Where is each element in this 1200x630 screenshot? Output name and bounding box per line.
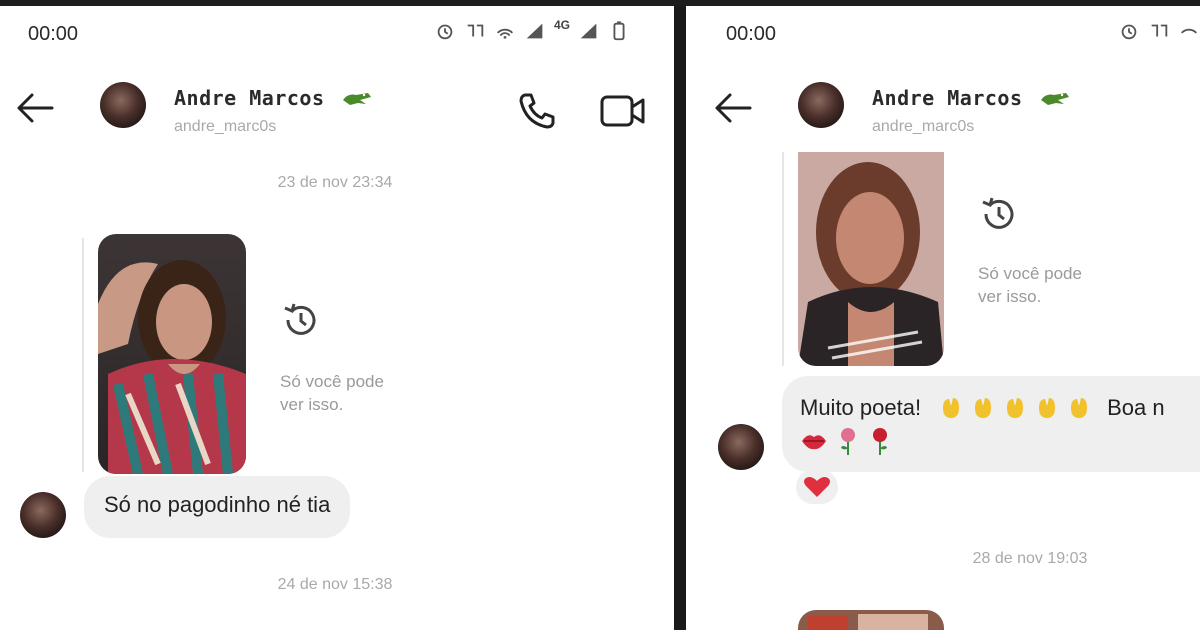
history-icon (982, 197, 1014, 229)
story-caption-line: Só você pode (280, 372, 384, 391)
alarm-icon (437, 24, 453, 40)
story-reply-line (782, 152, 784, 366)
message-timestamp: 23 de nov 23:34 (277, 174, 393, 191)
chat-header: Andre Marcos andre_marc0s (0, 74, 674, 138)
message-text: Só no pagodinho né tia (104, 492, 331, 517)
contact-username: andre_marc0s (872, 118, 975, 135)
contact-name[interactable]: Andre Marcos (872, 86, 1023, 110)
nfc-icon (467, 24, 484, 37)
message-timestamp: 24 de nov 15:38 (277, 576, 393, 593)
story-caption: Só você pode ver isso. (978, 262, 1082, 308)
clapping-hands-icon (1071, 398, 1088, 418)
chat-screen-left: 00:00 4G Andre Marcos andre_marc0s 23 de… (0, 6, 674, 630)
avatar[interactable] (798, 82, 844, 128)
sender-avatar[interactable] (718, 424, 764, 470)
story-photo (798, 610, 944, 630)
message-text: Muito poeta! (800, 395, 922, 420)
avatar[interactable] (100, 82, 146, 128)
signal-icon (526, 23, 543, 39)
status-time: 00:00 (28, 23, 79, 45)
story-photo (798, 152, 944, 366)
status-icons (1118, 20, 1200, 42)
contact-username: andre_marc0s (174, 118, 277, 135)
network-type: 4G (553, 18, 570, 32)
history-icon (284, 303, 316, 335)
nfc-icon (1151, 24, 1168, 37)
back-arrow-icon[interactable] (712, 90, 754, 126)
back-arrow-icon[interactable] (14, 90, 56, 126)
sender-avatar[interactable] (20, 492, 66, 538)
wifi-icon (1181, 28, 1197, 34)
wifi-icon (496, 28, 513, 39)
rose-icon (841, 428, 855, 455)
story-caption-line: Só você pode (978, 264, 1082, 283)
reaction-badge[interactable] (796, 470, 838, 504)
chat-screen-right: 00:00 Andre Marcos andre_marc0s Só você … (686, 6, 1200, 630)
contact-name[interactable]: Andre Marcos (174, 86, 325, 110)
status-bar: 00:00 4G (0, 6, 674, 60)
story-thumbnail[interactable] (798, 152, 944, 366)
chat-header: Andre Marcos andre_marc0s (686, 74, 1200, 138)
story-thumbnail[interactable] (798, 610, 944, 630)
phone-call-icon[interactable] (516, 90, 558, 132)
clapping-hands-icon (1007, 398, 1024, 418)
story-reply-line (82, 238, 84, 472)
clapping-hands-icon (943, 398, 960, 418)
status-bar: 00:00 (686, 6, 1200, 60)
rose-icon (873, 428, 887, 455)
lips-icon (802, 435, 826, 450)
story-caption: Só você pode ver isso. (280, 370, 384, 416)
status-icons: 4G (434, 18, 630, 42)
signal-icon (580, 23, 597, 39)
story-photo (98, 234, 246, 474)
alarm-icon (1121, 24, 1137, 40)
heart-icon (804, 477, 830, 497)
battery-icon (613, 21, 625, 41)
story-caption-line: ver isso. (280, 395, 344, 414)
story-caption-line: ver isso. (978, 287, 1042, 306)
crocodile-icon (343, 93, 371, 105)
message-text-continued: Boa n (1107, 395, 1165, 420)
clapping-hands-icon (1039, 398, 1056, 418)
message-bubble[interactable]: Muito poeta! Boa n (782, 376, 1200, 472)
message-timestamp: 28 de nov 19:03 (972, 550, 1088, 567)
story-thumbnail[interactable] (98, 234, 246, 474)
video-call-icon[interactable] (600, 94, 646, 128)
message-bubble[interactable]: Só no pagodinho né tia (84, 476, 351, 538)
clapping-hands-icon (975, 398, 992, 418)
crocodile-icon (1041, 93, 1069, 105)
status-time: 00:00 (726, 23, 777, 45)
